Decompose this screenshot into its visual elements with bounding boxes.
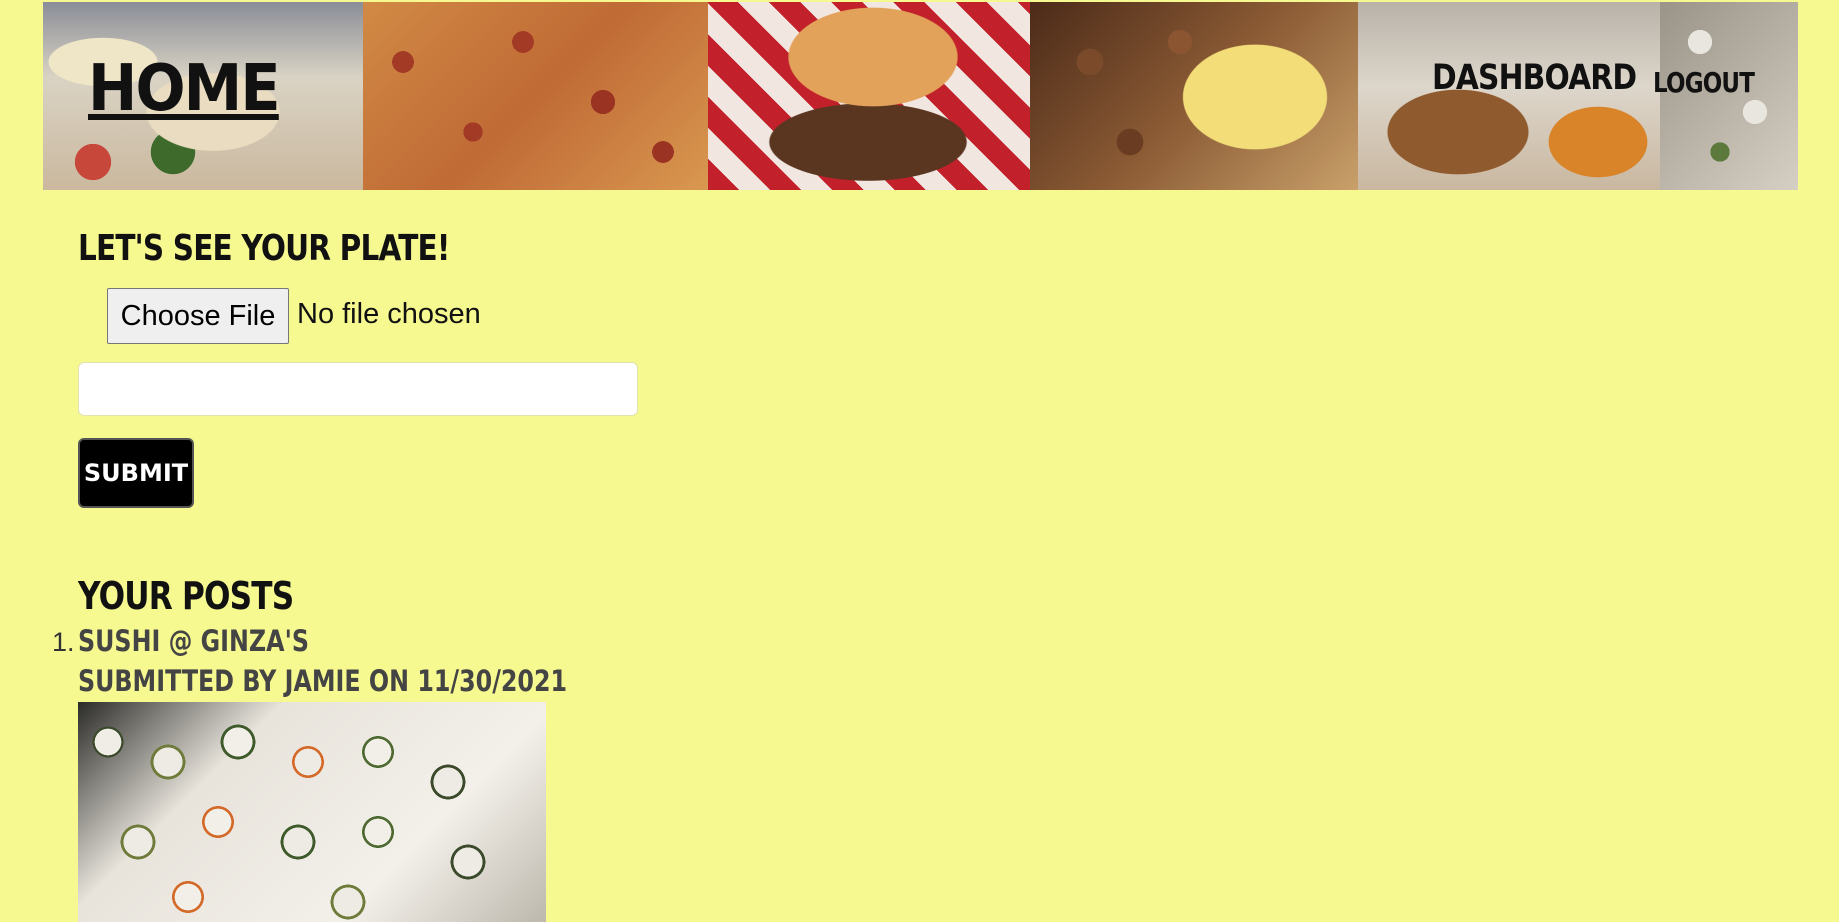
sushi-platter-photo	[78, 702, 546, 922]
caption-input[interactable]	[78, 362, 638, 416]
burger-photo	[708, 2, 1030, 190]
dashboard-link[interactable]: DASHBOARD	[1432, 58, 1637, 98]
file-status-text: No file chosen	[297, 298, 481, 330]
choose-file-button[interactable]: Choose File	[107, 288, 289, 344]
submit-button[interactable]: SUBMIT	[78, 438, 194, 508]
logout-link[interactable]: LOGOUT	[1653, 66, 1755, 99]
post-meta: SUBMITTED BY JAMIE ON 11/30/2021	[78, 664, 568, 698]
posts-heading: YOUR POSTS	[78, 574, 294, 618]
hash-browns-eggs-photo	[1030, 2, 1358, 190]
upload-heading: LET'S SEE YOUR PLATE!	[78, 228, 450, 269]
list-item-number: 1.	[52, 627, 75, 657]
post-title: SUSHI @ GINZA'S	[78, 624, 309, 658]
pizza-photo	[363, 2, 708, 190]
home-link[interactable]: HOME	[88, 52, 281, 126]
